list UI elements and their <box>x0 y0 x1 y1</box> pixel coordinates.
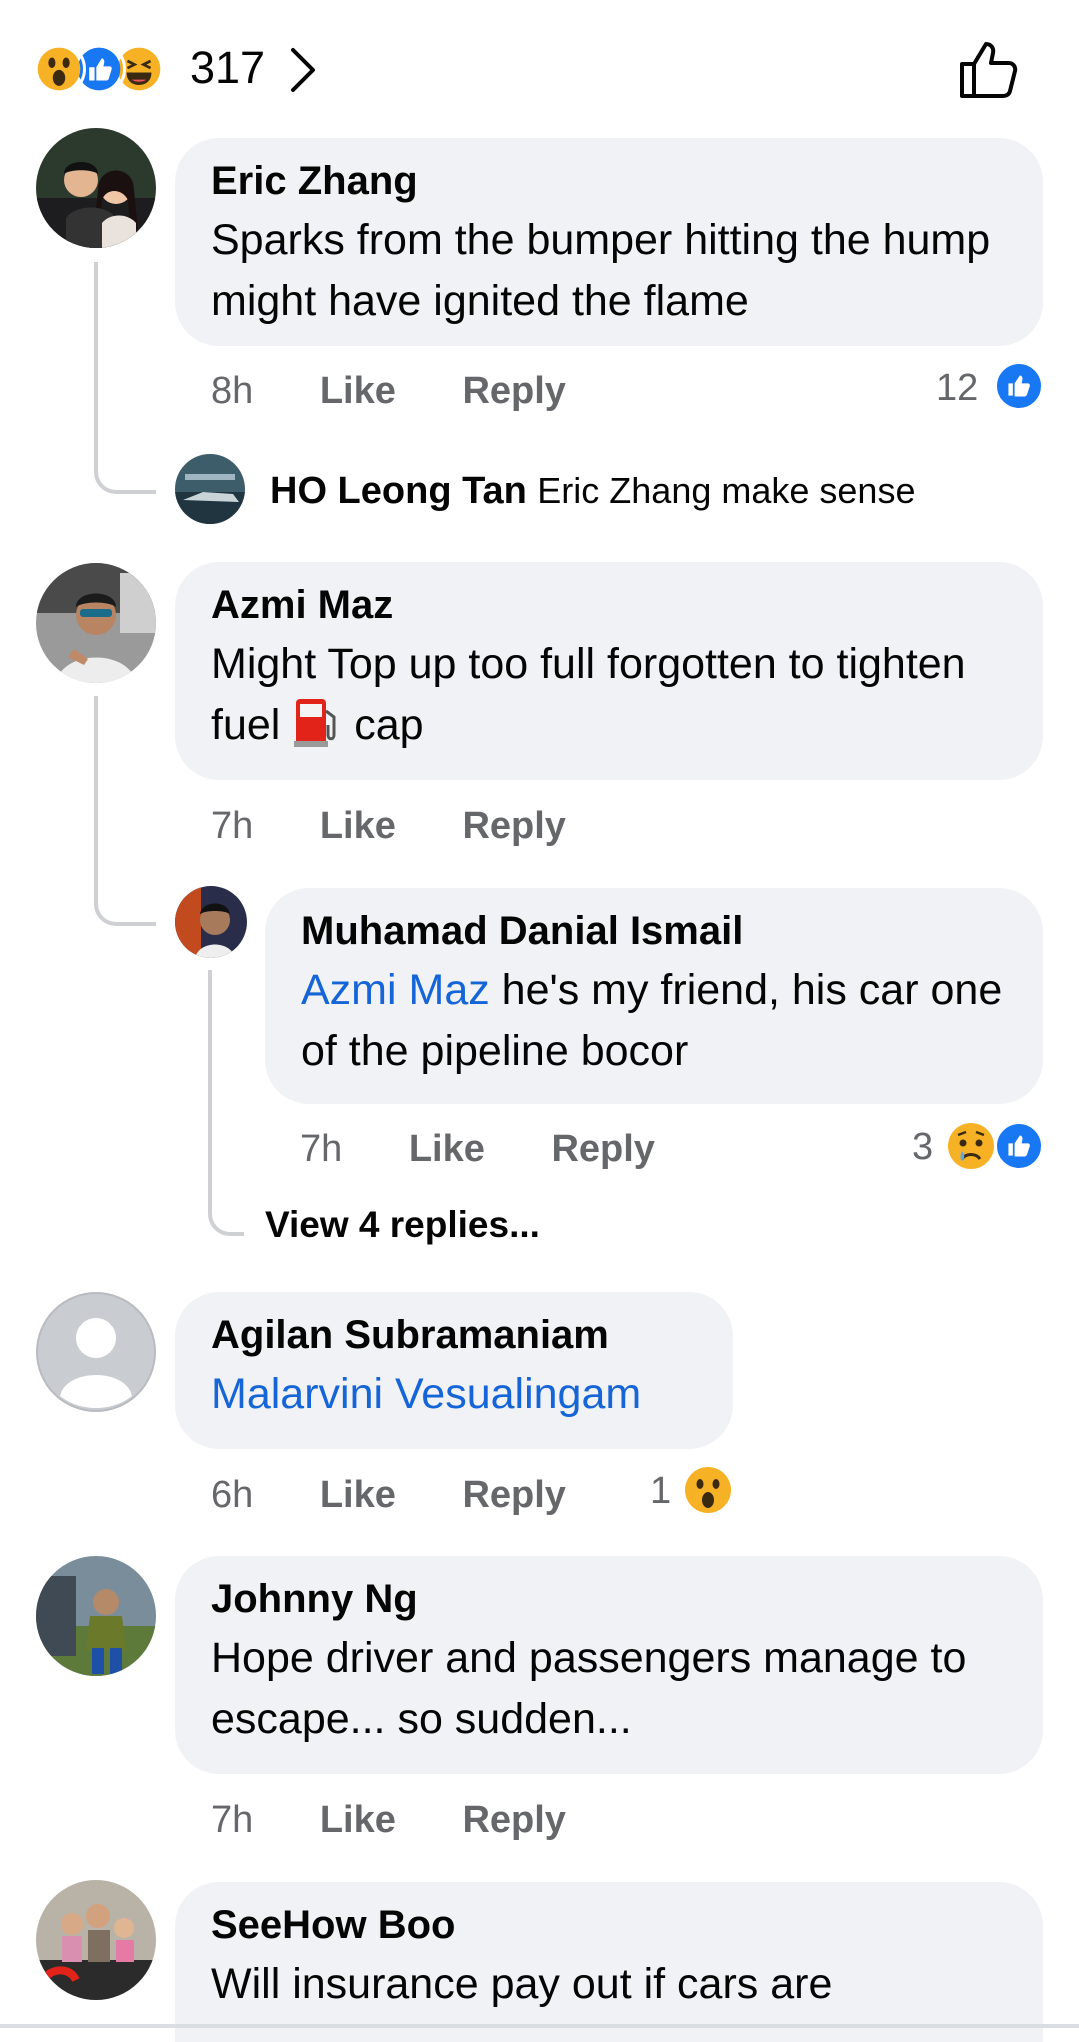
comment-author[interactable]: SeeHow Boo <box>211 1900 1007 1950</box>
like-icon <box>994 361 1044 411</box>
reply-link[interactable]: Reply <box>462 1799 565 1841</box>
comment-actions: 7h Like Reply <box>211 801 566 851</box>
comment-time: 7h <box>300 1128 343 1170</box>
comment-bubble[interactable]: Johnny Ng Hope driver and passengers man… <box>175 1556 1043 1774</box>
fuel-pump-icon <box>294 699 336 747</box>
like-link[interactable]: Like <box>320 1799 396 1841</box>
like-link[interactable]: Like <box>320 370 396 412</box>
comment-author[interactable]: Johnny Ng <box>211 1574 1007 1624</box>
comment-text: Will insurance pay out if cars are <box>211 1960 833 2008</box>
reactions-header: 317 <box>0 0 1079 130</box>
like-link[interactable]: Like <box>409 1128 485 1170</box>
reaction-count[interactable]: 3 <box>912 1122 933 1172</box>
avatar-photo <box>175 886 247 958</box>
reply-link[interactable]: Reply <box>462 370 565 412</box>
comment-time: 7h <box>211 805 254 847</box>
thread-connector <box>208 1160 244 1236</box>
comment-actions: 6h Like Reply <box>211 1470 566 1520</box>
comment-bubble[interactable]: Agilan Subramaniam Malarvini Vesualingam <box>175 1292 733 1449</box>
avatar-photo <box>36 1880 156 2000</box>
reply-link[interactable]: Reply <box>462 805 565 847</box>
comment-text: Hope driver and passengers manage to esc… <box>211 1634 967 1743</box>
comment-bubble[interactable]: SeeHow Boo Will insurance pay out if car… <box>175 1882 1043 2042</box>
like-link[interactable]: Like <box>320 1474 396 1516</box>
reply-author[interactable]: HO Leong Tan <box>270 470 527 512</box>
avatar-photo <box>175 454 245 524</box>
comment-bubble[interactable]: Eric Zhang Sparks from the bumper hittin… <box>175 138 1043 346</box>
wow-icon <box>32 42 86 96</box>
comment-actions: 7h Like Reply <box>300 1124 655 1174</box>
comment-time: 6h <box>211 1474 254 1516</box>
sad-icon <box>948 1123 994 1169</box>
avatar[interactable] <box>36 1556 156 1676</box>
comment-text: Sparks from the bumper hitting the hump … <box>211 216 991 325</box>
thread-line <box>208 970 212 1175</box>
avatar-photo <box>36 128 156 248</box>
avatar[interactable] <box>175 454 245 524</box>
comment-author[interactable]: Azmi Maz <box>211 580 1007 630</box>
reaction-count[interactable]: 1 <box>650 1466 671 1516</box>
comment-author[interactable]: Muhamad Danial Ismail <box>301 906 1007 956</box>
avatar[interactable] <box>175 886 247 958</box>
comment-bubble[interactable]: Azmi Maz Might Top up too full forgotten… <box>175 562 1043 780</box>
wow-icon <box>685 1467 731 1513</box>
view-replies-link[interactable]: View 4 replies... <box>265 1202 540 1248</box>
chevron-right-icon[interactable] <box>283 42 323 98</box>
comment-text-part: cap <box>354 701 424 749</box>
reply-preview[interactable]: HO Leong Tan Eric Zhang make sense <box>270 466 915 516</box>
like-link[interactable]: Like <box>320 805 396 847</box>
reaction-count[interactable]: 12 <box>936 363 978 413</box>
mention-link[interactable]: Azmi Maz <box>301 966 490 1014</box>
comment-time: 7h <box>211 1799 254 1841</box>
avatar[interactable] <box>36 128 156 248</box>
comment-actions: 7h Like Reply <box>211 1795 566 1845</box>
comment-author[interactable]: Eric Zhang <box>211 156 1007 206</box>
comment-actions: 8h Like Reply <box>211 366 566 416</box>
reply-text: Eric Zhang make sense <box>537 470 916 511</box>
avatar-photo <box>36 563 156 683</box>
comment-bubble[interactable]: Muhamad Danial Ismail Azmi Maz he's my f… <box>265 888 1043 1104</box>
avatar-photo <box>36 1556 156 1676</box>
comment-text: Azmi Maz he's my friend, his car one of … <box>301 960 1007 1082</box>
reaction-count[interactable]: 317 <box>190 40 265 96</box>
reply-link[interactable]: Reply <box>462 1474 565 1516</box>
default-avatar-icon <box>36 1292 156 1412</box>
avatar[interactable] <box>36 1880 156 2000</box>
reaction-summary[interactable] <box>32 42 182 96</box>
comment-author[interactable]: Agilan Subramaniam <box>211 1310 697 1360</box>
reply-link[interactable]: Reply <box>551 1128 654 1170</box>
comment-time: 8h <box>211 370 254 412</box>
thread-connector <box>94 440 156 494</box>
avatar[interactable] <box>36 563 156 683</box>
divider <box>0 2024 1079 2028</box>
thread-connector <box>94 872 156 926</box>
like-icon <box>994 1121 1044 1171</box>
mention-link[interactable]: Malarvini Vesualingam <box>211 1364 697 1425</box>
thread-line <box>94 262 98 467</box>
like-outline-icon[interactable] <box>956 36 1022 102</box>
comment-text: Might Top up too full forgotten to tight… <box>211 634 1007 756</box>
avatar[interactable] <box>36 1292 156 1412</box>
